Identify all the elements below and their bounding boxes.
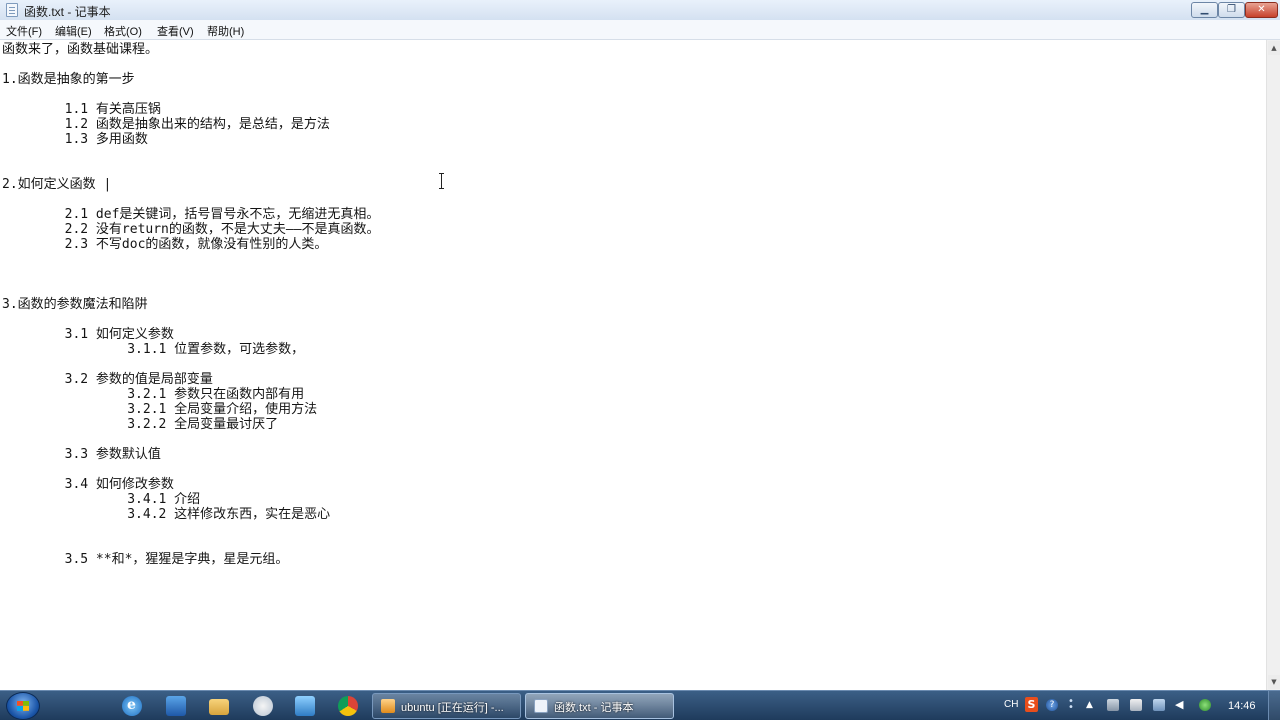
taskbar-button-notepad[interactable]: 函数.txt - 记事本: [525, 693, 674, 719]
menu-edit[interactable]: 编辑(E): [55, 23, 92, 39]
menu-view[interactable]: 查看(V): [157, 23, 194, 39]
notepad-icon[interactable]: [6, 3, 18, 17]
maximize-button[interactable]: ❐: [1218, 2, 1245, 18]
network-icon[interactable]: [1153, 699, 1165, 711]
title-bar[interactable]: 函数.txt - 记事本 ▁ ❐ ✕: [0, 0, 1280, 21]
tray-app-icon[interactable]: [1107, 699, 1119, 711]
menu-format[interactable]: 格式(O): [104, 23, 142, 39]
notepad-window: 函数.txt - 记事本 ▁ ❐ ✕ 文件(F) 编辑(E) 格式(O) 查看(…: [0, 0, 1280, 690]
text-editor-area[interactable]: 函数来了，函数基础课程。 1.函数是抽象的第一步 1.1 有关高压锅 1.2 函…: [0, 40, 1266, 690]
tray-app-icon[interactable]: [1130, 699, 1142, 711]
ime-options-icon[interactable]: • •: [1068, 697, 1078, 713]
menu-bar: 文件(F) 编辑(E) 格式(O) 查看(V) 帮助(H): [0, 20, 1280, 40]
taskbar-button-ubuntu[interactable]: ubuntu [正在运行] -...: [372, 693, 521, 719]
messenger-icon[interactable]: [253, 696, 273, 716]
menu-file[interactable]: 文件(F): [6, 23, 42, 39]
notepad-icon: [534, 699, 548, 713]
show-hidden-icons-icon[interactable]: ▲: [1086, 699, 1098, 711]
folder-icon[interactable]: [209, 699, 229, 715]
document-text[interactable]: 函数来了，函数基础课程。 1.函数是抽象的第一步 1.1 有关高压锅 1.2 函…: [0, 40, 1266, 567]
task-label: 函数.txt - 记事本: [554, 702, 634, 714]
media-icon[interactable]: [166, 696, 186, 716]
virtualbox-icon[interactable]: [295, 696, 315, 716]
clock[interactable]: 14:46: [1228, 700, 1256, 712]
security-icon[interactable]: [1199, 699, 1211, 711]
scroll-down-button[interactable]: ▼: [1268, 675, 1280, 689]
text-cursor-icon: [438, 173, 446, 189]
minimize-button[interactable]: ▁: [1191, 2, 1218, 18]
close-button[interactable]: ✕: [1245, 2, 1278, 18]
scroll-up-button[interactable]: ▲: [1268, 41, 1280, 55]
help-icon[interactable]: ?: [1046, 699, 1058, 711]
show-desktop-button[interactable]: [1268, 691, 1280, 720]
vertical-scrollbar[interactable]: ▲ ▼: [1266, 40, 1280, 690]
menu-help[interactable]: 帮助(H): [207, 23, 244, 39]
virtualbox-window-icon: [381, 699, 395, 713]
chrome-icon[interactable]: [338, 696, 358, 716]
window-title: 函数.txt - 记事本: [24, 5, 111, 19]
volume-icon[interactable]: ◀: [1175, 699, 1187, 711]
task-label: ubuntu [正在运行] -...: [401, 702, 504, 714]
taskbar: ubuntu [正在运行] -... 函数.txt - 记事本 CH S ? •…: [0, 690, 1280, 720]
language-indicator[interactable]: CH: [1004, 699, 1018, 710]
sogou-input-icon[interactable]: S: [1025, 697, 1038, 712]
ie-icon[interactable]: [122, 696, 142, 716]
start-button[interactable]: [6, 692, 40, 720]
